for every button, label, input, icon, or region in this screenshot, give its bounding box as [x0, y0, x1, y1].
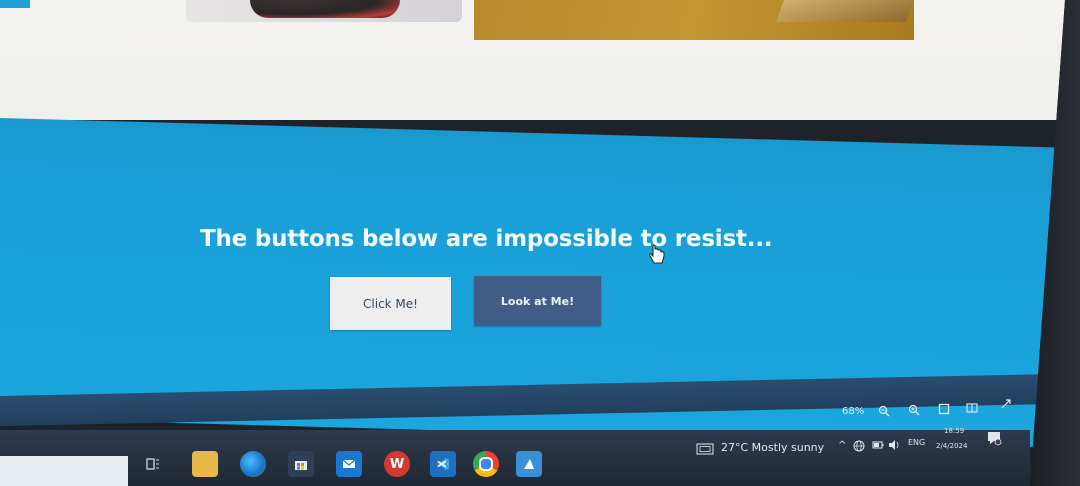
volume-icon[interactable] [888, 439, 900, 451]
monitor-screen: The buttons below are impossible to resi… [0, 0, 1065, 486]
chrome-icon[interactable] [473, 451, 499, 477]
weather-icon [696, 443, 714, 455]
page-view-icon[interactable] [966, 402, 978, 414]
hero-image-left-detail [250, 0, 400, 18]
vscode-icon[interactable] [430, 451, 456, 477]
zoom-in-icon[interactable] [908, 404, 920, 416]
hero-image-right-detail [775, 0, 915, 22]
clock-time[interactable]: 18:59 [944, 427, 964, 435]
mail-icon[interactable] [336, 451, 362, 477]
globe-icon[interactable] [853, 440, 865, 452]
weather-status[interactable]: 27°C Mostly sunny [721, 441, 824, 454]
language-indicator[interactable]: ENG [908, 438, 925, 447]
battery-icon[interactable] [872, 440, 884, 450]
wps-office-icon[interactable]: W [384, 451, 410, 477]
accent-strip [0, 0, 30, 8]
look-at-me-button[interactable]: Look at Me! [474, 276, 601, 326]
zoom-level: 68% [842, 406, 865, 417]
notifications-icon[interactable] [986, 430, 1002, 446]
fit-page-icon[interactable] [938, 403, 950, 415]
expand-icon[interactable] [1000, 398, 1012, 410]
clock-date[interactable]: 2/4/2024 [936, 442, 967, 450]
zoom-out-icon[interactable] [878, 405, 890, 417]
chevron-up-icon[interactable]: ^ [838, 440, 846, 451]
task-view-icon[interactable] [140, 451, 166, 477]
pinned-app-icon[interactable] [516, 451, 542, 477]
store-icon[interactable] [288, 451, 314, 477]
hand-cursor-icon [649, 244, 665, 264]
edge-browser-icon[interactable] [240, 451, 266, 477]
cta-headline: The buttons below are impossible to resi… [200, 226, 773, 252]
file-explorer-icon[interactable] [192, 451, 218, 477]
taskbar-search-box[interactable] [0, 456, 128, 486]
click-me-button[interactable]: Click Me! [330, 277, 451, 330]
